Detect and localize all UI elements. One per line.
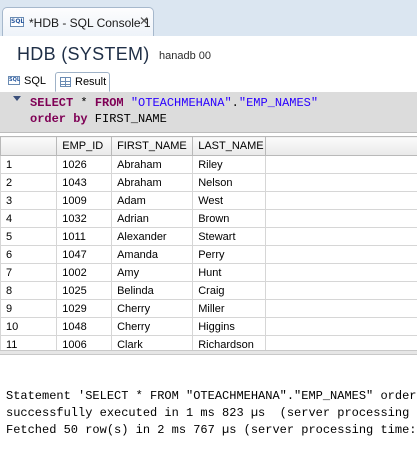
table-row[interactable]: 10 1048 Cherry Higgins [0, 317, 417, 336]
result-table: EMP_ID FIRST_NAME LAST_NAME 1 1026 Abraham… [0, 136, 417, 350]
cell-rownum: 6 [0, 245, 58, 264]
cell-first-name: Alexander [111, 227, 194, 246]
cell-filler [265, 155, 417, 174]
cell-last-name: Perry [192, 245, 266, 264]
cell-rownum: 5 [0, 227, 58, 246]
column-header-first-name[interactable]: FIRST_NAME [111, 136, 194, 156]
editor-tab-strip: SQL *HDB - SQL Console 1 ✕ [0, 0, 417, 37]
cell-emp-id: 1043 [56, 173, 113, 192]
query-line-2: order by FIRST_NAME [30, 112, 167, 126]
message-line: successfully executed in 1 ms 823 µs (se… [6, 406, 417, 420]
sql-file-icon: SQL [8, 76, 21, 85]
table-row[interactable]: 9 1029 Cherry Miller [0, 299, 417, 318]
message-line: Fetched 50 row(s) in 2 ms 767 µs (server… [6, 423, 417, 437]
query-line-1: SELECT * FROM "OTEACHMEHANA"."EMP_NAMES" [30, 96, 319, 110]
column-header-emp-id[interactable]: EMP_ID [56, 136, 113, 156]
table-row[interactable]: 8 1025 Belinda Craig [0, 281, 417, 300]
tab-sql-label: SQL [24, 75, 47, 87]
cell-first-name: Clark [111, 335, 194, 350]
cell-emp-id: 1026 [56, 155, 113, 174]
cell-last-name: Hunt [192, 263, 266, 282]
cell-first-name: Belinda [111, 281, 194, 300]
cell-rownum: 10 [0, 317, 58, 336]
cell-filler [265, 209, 417, 228]
table-row[interactable]: 11 1006 Clark Richardson [0, 335, 417, 350]
cell-first-name: Adrian [111, 209, 194, 228]
cell-emp-id: 1011 [56, 227, 113, 246]
cell-first-name: Abraham [111, 155, 194, 174]
cell-rownum: 1 [0, 155, 58, 174]
cell-emp-id: 1009 [56, 191, 113, 210]
collapse-triangle-icon[interactable] [13, 96, 21, 101]
editor-header: HDB (SYSTEM) hanadb 00 [0, 36, 417, 70]
cell-emp-id: 1006 [56, 335, 113, 350]
cell-filler [265, 299, 417, 318]
subtab-bar: SQL SQL Result [0, 70, 417, 93]
message-line: Statement 'SELECT * FROM "OTEACHMEHANA".… [6, 389, 417, 403]
result-grid-icon [60, 77, 71, 87]
cell-first-name: Cherry [111, 299, 194, 318]
table-row[interactable]: 5 1011 Alexander Stewart [0, 227, 417, 246]
cell-last-name: Nelson [192, 173, 266, 192]
cell-rownum: 9 [0, 299, 58, 318]
sql-file-icon: SQL [10, 17, 25, 27]
cell-emp-id: 1032 [56, 209, 113, 228]
editor-tab-sql-console[interactable]: SQL *HDB - SQL Console 1 ✕ [2, 7, 154, 36]
cell-first-name: Abraham [111, 173, 194, 192]
cell-rownum: 7 [0, 263, 58, 282]
cell-last-name: Richardson [192, 335, 266, 350]
page-title: HDB (SYSTEM) [17, 44, 150, 64]
cell-filler [265, 335, 417, 350]
cell-filler [265, 245, 417, 264]
cell-first-name: Adam [111, 191, 194, 210]
cell-first-name: Cherry [111, 317, 194, 336]
query-panel[interactable]: SELECT * FROM "OTEACHMEHANA"."EMP_NAMES"… [0, 92, 417, 133]
column-header-filler [265, 136, 417, 156]
close-icon[interactable]: ✕ [139, 14, 149, 28]
column-header-rownum[interactable] [0, 136, 58, 156]
cell-rownum: 4 [0, 209, 58, 228]
cell-filler [265, 281, 417, 300]
table-row[interactable]: 6 1047 Amanda Perry [0, 245, 417, 264]
cell-filler [265, 191, 417, 210]
table-row[interactable]: 2 1043 Abraham Nelson [0, 173, 417, 192]
cell-last-name: Brown [192, 209, 266, 228]
cell-last-name: Craig [192, 281, 266, 300]
cell-first-name: Amanda [111, 245, 194, 264]
cell-emp-id: 1048 [56, 317, 113, 336]
cell-filler [265, 317, 417, 336]
cell-last-name: Miller [192, 299, 266, 318]
tab-sql[interactable]: SQL SQL [5, 72, 53, 92]
table-row[interactable]: 7 1002 Amy Hunt [0, 263, 417, 282]
cell-emp-id: 1047 [56, 245, 113, 264]
messages-panel: Statement 'SELECT * FROM "OTEACHMEHANA".… [0, 355, 417, 462]
cell-emp-id: 1002 [56, 263, 113, 282]
cell-filler [265, 173, 417, 192]
tab-result[interactable]: Result [55, 72, 110, 92]
table-row[interactable]: 1 1026 Abraham Riley [0, 155, 417, 174]
table-header-row: EMP_ID FIRST_NAME LAST_NAME [0, 136, 417, 156]
table-row[interactable]: 3 1009 Adam West [0, 191, 417, 210]
cell-rownum: 3 [0, 191, 58, 210]
table-row[interactable]: 4 1032 Adrian Brown [0, 209, 417, 228]
column-header-last-name[interactable]: LAST_NAME [192, 136, 266, 156]
cell-emp-id: 1029 [56, 299, 113, 318]
cell-filler [265, 227, 417, 246]
cell-last-name: Stewart [192, 227, 266, 246]
cell-rownum: 8 [0, 281, 58, 300]
cell-first-name: Amy [111, 263, 194, 282]
cell-rownum: 11 [0, 335, 58, 350]
cell-last-name: Higgins [192, 317, 266, 336]
cell-last-name: Riley [192, 155, 266, 174]
editor-tab-title: *HDB - SQL Console 1 [29, 16, 151, 30]
tab-result-label: Result [75, 76, 107, 88]
cell-rownum: 2 [0, 173, 58, 192]
cell-emp-id: 1025 [56, 281, 113, 300]
result-grid[interactable]: EMP_ID FIRST_NAME LAST_NAME 1 1026 Abraham… [0, 136, 417, 350]
cell-filler [265, 263, 417, 282]
host-label: hanadb 00 [159, 50, 211, 62]
cell-last-name: West [192, 191, 266, 210]
